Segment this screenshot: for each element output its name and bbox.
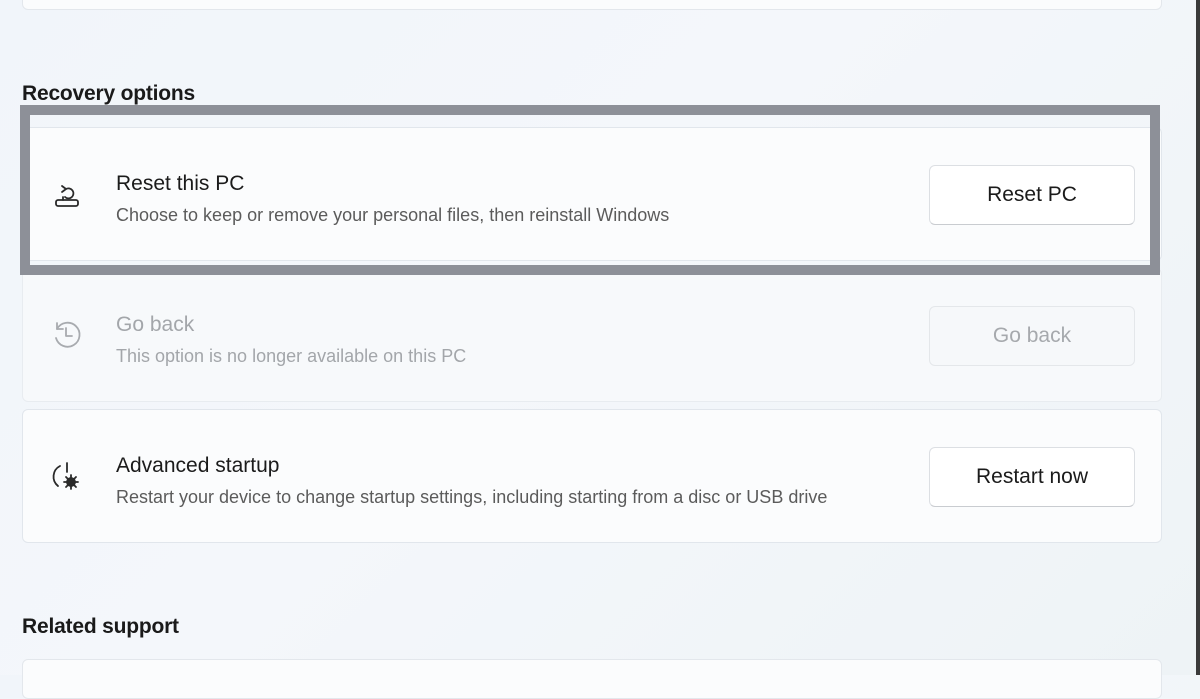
advanced-startup-title: Advanced startup	[116, 454, 280, 477]
go-back-button[interactable]: Go back	[929, 306, 1135, 366]
reset-pc-icon	[49, 176, 85, 212]
history-icon	[49, 317, 85, 353]
go-back-description: This option is no longer available on th…	[116, 346, 467, 366]
reset-this-pc-description: Choose to keep or remove your personal f…	[116, 205, 670, 225]
advanced-startup-icon	[49, 458, 85, 494]
advanced-startup-description: Restart your device to change startup se…	[116, 487, 828, 507]
scrollbar[interactable]	[1196, 0, 1200, 675]
go-back-card: Go back This option is no longer availab…	[22, 268, 1162, 402]
related-support-card[interactable]	[22, 659, 1162, 699]
restart-now-button[interactable]: Restart now	[929, 447, 1135, 507]
reset-pc-button[interactable]: Reset PC	[929, 165, 1135, 225]
go-back-title: Go back	[116, 313, 195, 336]
recovery-options-heading: Recovery options	[22, 82, 196, 105]
related-support-heading: Related support	[22, 615, 179, 638]
reset-this-pc-card: Reset this PC Choose to keep or remove y…	[22, 127, 1162, 261]
previous-settings-card	[22, 0, 1162, 10]
reset-this-pc-title: Reset this PC	[116, 172, 245, 195]
advanced-startup-card: Advanced startup Restart your device to …	[22, 409, 1162, 543]
